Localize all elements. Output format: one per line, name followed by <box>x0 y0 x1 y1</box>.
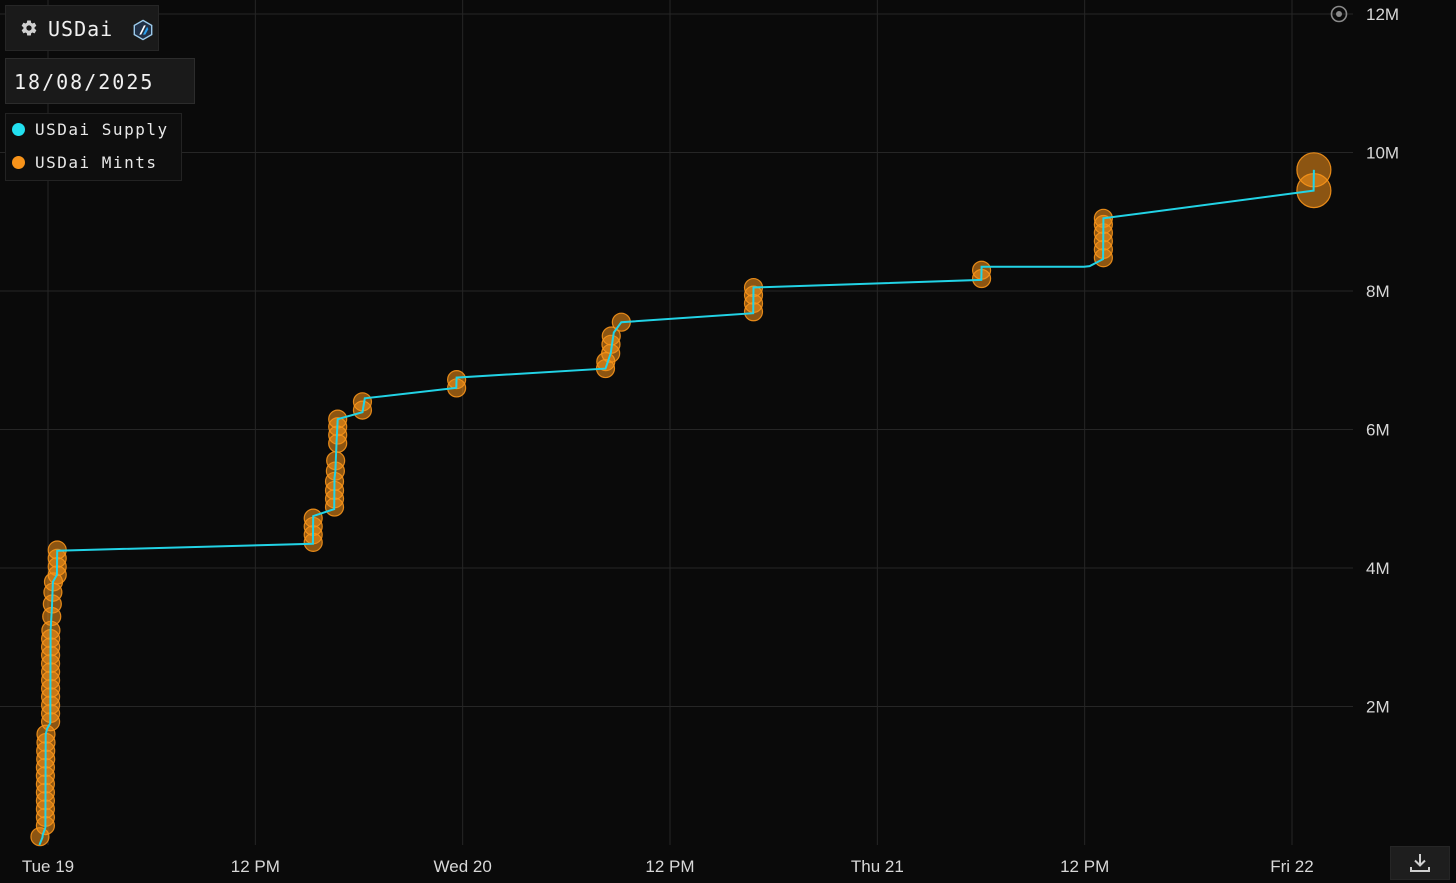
supply-series-line <box>38 169 1315 846</box>
x-axis-labels: Tue 19 12 PM Wed 20 12 PM Thu 21 12 PM Fri 22 <box>22 857 1314 876</box>
y-tick-label: 12M <box>1366 5 1399 24</box>
legend-label-mints: USDai Mints <box>35 152 158 172</box>
legend-dot-supply <box>12 122 25 136</box>
x-tick-label: Thu 21 <box>851 857 904 876</box>
date-picker[interactable]: 18/08/2025 <box>5 58 195 104</box>
legend-item-supply[interactable]: USDai Supply <box>12 119 169 139</box>
legend: USDai Supply USDai Mints <box>5 113 182 181</box>
mints-series <box>30 152 1332 847</box>
download-button[interactable] <box>1390 846 1450 880</box>
gear-icon[interactable] <box>20 19 38 37</box>
x-tick-label: 12 PM <box>1060 857 1109 876</box>
asset-name: USDai <box>48 17 114 41</box>
y-axis-labels: 2M 4M 6M 8M 10M 12M <box>1366 5 1399 717</box>
y-tick-label: 10M <box>1366 144 1399 163</box>
legend-dot-mints <box>12 155 25 169</box>
asset-selector[interactable]: USDai <box>5 5 159 51</box>
reset-zoom-icon[interactable] <box>1330 5 1348 23</box>
y-tick-label: 6M <box>1366 421 1390 440</box>
chart[interactable]: 2M 4M 6M 8M 10M 12M Tue 19 12 PM Wed 20 12 PM Thu… <box>0 0 1456 881</box>
x-tick-label: Fri 22 <box>1270 857 1313 876</box>
arbitrum-icon <box>133 19 153 41</box>
download-icon <box>1410 854 1430 872</box>
date-value[interactable]: 18/08/2025 <box>14 70 154 94</box>
x-tick-label: Tue 19 <box>22 857 74 876</box>
y-tick-label: 8M <box>1366 282 1390 301</box>
gridlines <box>0 0 1353 845</box>
x-tick-label: 12 PM <box>645 857 694 876</box>
x-tick-label: 12 PM <box>231 857 280 876</box>
y-tick-label: 2M <box>1366 698 1390 717</box>
legend-item-mints[interactable]: USDai Mints <box>12 152 157 172</box>
legend-label-supply: USDai Supply <box>35 119 169 139</box>
x-tick-label: Wed 20 <box>434 857 492 876</box>
y-tick-label: 4M <box>1366 559 1390 578</box>
